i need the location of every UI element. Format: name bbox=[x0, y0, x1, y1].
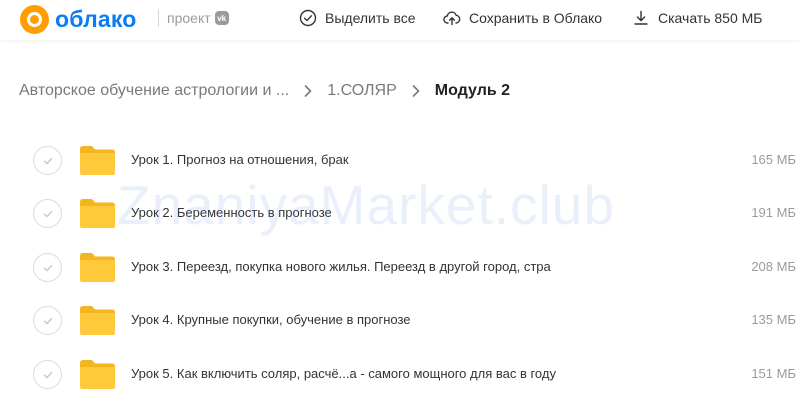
download-icon bbox=[634, 10, 648, 25]
list-item[interactable]: Урок 1. Прогноз на отношения, брак 165 М… bbox=[0, 133, 800, 186]
logo-divider bbox=[158, 9, 159, 27]
vk-icon: vk bbox=[214, 11, 229, 25]
project-text: проект bbox=[167, 10, 211, 26]
checkmark-icon bbox=[43, 371, 52, 378]
top-header: облако проект vk Выделить все Сохранить … bbox=[0, 0, 800, 40]
file-name: Урок 1. Прогноз на отношения, брак bbox=[131, 152, 349, 167]
row-checkbox[interactable] bbox=[33, 306, 62, 335]
checkmark-icon bbox=[43, 264, 52, 271]
breadcrumb-item-solar[interactable]: 1.СОЛЯР bbox=[327, 82, 397, 100]
download-button[interactable]: Скачать 850 МБ bbox=[632, 9, 763, 27]
breadcrumb-item-course[interactable]: Авторское обучение астрологии и ... bbox=[19, 82, 289, 100]
file-name: Урок 4. Крупные покупки, обучение в прог… bbox=[131, 312, 411, 327]
oblako-logo[interactable]: облако bbox=[20, 4, 137, 34]
breadcrumb: Авторское обучение астрологии и ... 1.СО… bbox=[19, 80, 510, 102]
file-size: 135 МБ bbox=[751, 312, 796, 327]
folder-icon bbox=[80, 199, 115, 228]
logo-text: облако bbox=[55, 5, 137, 32]
chevron-right-icon bbox=[411, 84, 421, 98]
list-item[interactable]: Урок 5. Как включить соляр, расчё...а - … bbox=[0, 347, 800, 400]
list-item[interactable]: Урок 4. Крупные покупки, обучение в прог… bbox=[0, 293, 800, 346]
breadcrumb-current: Модуль 2 bbox=[434, 82, 511, 99]
row-checkbox[interactable] bbox=[33, 199, 62, 228]
checkmark-icon bbox=[43, 317, 52, 324]
folder-icon bbox=[80, 253, 115, 282]
cloud-upload-icon bbox=[443, 11, 461, 26]
list-item[interactable]: Урок 3. Переезд, покупка нового жилья. П… bbox=[0, 240, 800, 293]
download-label: Скачать 850 МБ bbox=[658, 10, 763, 26]
check-circle-icon bbox=[299, 9, 317, 27]
select-all-button[interactable]: Выделить все bbox=[299, 9, 416, 27]
folder-icon bbox=[80, 306, 115, 335]
folder-icon bbox=[80, 360, 115, 389]
folder-icon bbox=[80, 146, 115, 175]
row-checkbox[interactable] bbox=[33, 146, 62, 175]
file-size: 191 МБ bbox=[751, 205, 796, 220]
file-name: Урок 5. Как включить соляр, расчё...а - … bbox=[131, 366, 556, 381]
chevron-right-icon bbox=[303, 84, 313, 98]
file-size: 208 МБ bbox=[751, 259, 796, 274]
save-to-cloud-button[interactable]: Сохранить в Облако bbox=[443, 9, 602, 27]
checkmark-icon bbox=[43, 210, 52, 217]
at-sign-icon bbox=[20, 4, 49, 34]
list-item[interactable]: Урок 2. Беременность в прогнозе 191 МБ bbox=[0, 186, 800, 239]
file-size: 165 МБ bbox=[751, 152, 796, 167]
file-name: Урок 3. Переезд, покупка нового жилья. П… bbox=[131, 259, 551, 274]
file-size: 151 МБ bbox=[751, 366, 796, 381]
row-checkbox[interactable] bbox=[33, 360, 62, 389]
row-checkbox[interactable] bbox=[33, 253, 62, 282]
save-to-cloud-label: Сохранить в Облако bbox=[469, 10, 603, 26]
file-name: Урок 2. Беременность в прогнозе bbox=[131, 205, 332, 220]
vk-project-label: проект vk bbox=[167, 10, 229, 26]
select-all-label: Выделить все bbox=[325, 10, 416, 26]
checkmark-icon bbox=[43, 157, 52, 164]
